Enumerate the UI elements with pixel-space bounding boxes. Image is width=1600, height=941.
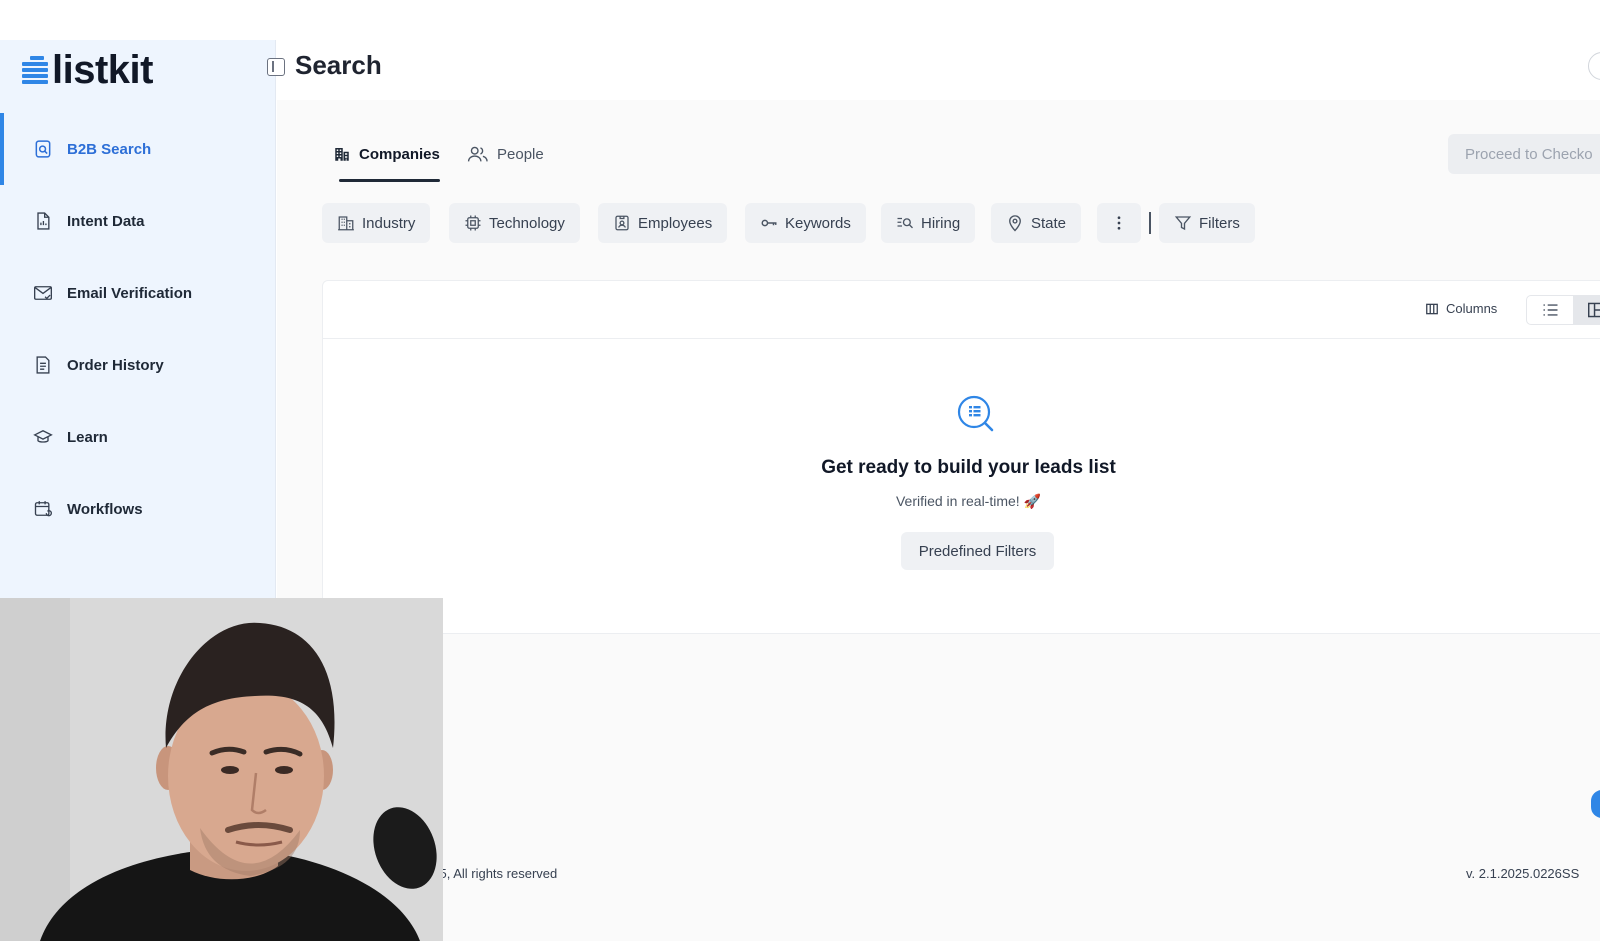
list-view-button[interactable] (1527, 296, 1573, 324)
filter-label: Employees (638, 214, 713, 232)
users-icon (467, 146, 488, 162)
webcam-overlay (0, 598, 443, 941)
sidebar-item-label: Learn (67, 428, 108, 446)
filter-industry[interactable]: Industry (322, 203, 431, 243)
tab-companies[interactable]: Companies (333, 143, 440, 165)
more-vertical-icon (1117, 216, 1121, 230)
search-list-icon (957, 395, 994, 432)
sidebar-item-label: B2B Search (67, 140, 152, 158)
key-icon (761, 219, 777, 227)
filter-divider (1149, 212, 1151, 234)
mail-check-icon (33, 282, 53, 304)
sidebar-collapse-icon[interactable] (267, 58, 285, 76)
sidebar-item-label: Order History (67, 356, 164, 374)
filter-technology[interactable]: Technology (449, 203, 580, 243)
sidebar-item-email-verification[interactable]: Email Verification (0, 257, 276, 329)
footer-version: v. 2.1.2025.0226SS (1466, 866, 1580, 881)
page-title: Search (295, 50, 382, 80)
columns-button[interactable]: Columns (1425, 301, 1497, 316)
proceed-to-checkout-button[interactable]: Proceed to Checko (1448, 134, 1600, 174)
badge-icon (615, 215, 629, 231)
graduation-cap-icon (33, 426, 53, 448)
list-icon (1543, 304, 1557, 316)
filter-label: State (1031, 214, 1067, 232)
filter-label: Industry (362, 214, 416, 232)
logo[interactable]: listkit (22, 48, 153, 92)
filter-label: Technology (489, 214, 565, 232)
filter-hiring[interactable]: Hiring (881, 203, 976, 243)
sidebar-item-learn[interactable]: Learn (0, 401, 276, 473)
filters-button[interactable]: Filters (1159, 203, 1255, 243)
person-video-image (0, 598, 443, 941)
map-pin-icon (1009, 215, 1021, 232)
filter-label: Filters (1199, 214, 1240, 232)
empty-state-subtitle: Verified in real-time! 🚀 (895, 493, 1042, 509)
tab-label: People (497, 145, 544, 163)
chip-icon (465, 215, 481, 231)
user-avatar[interactable] (1588, 52, 1600, 80)
logo-text: listkit (52, 48, 153, 92)
filter-keywords[interactable]: Keywords (745, 203, 866, 243)
building-outline-icon (338, 216, 354, 231)
layout-grid-icon (1588, 302, 1600, 318)
tab-people[interactable]: People (467, 143, 544, 165)
logo-mark-icon (22, 54, 48, 86)
empty-state-title: Get ready to build your leads list (821, 457, 1116, 478)
more-filters-button[interactable] (1097, 203, 1141, 243)
filter-label: Keywords (785, 214, 851, 232)
search-document-icon (33, 138, 53, 160)
sidebar-item-b2b-search[interactable]: B2B Search (0, 113, 276, 185)
sidebar-item-label: Email Verification (67, 284, 193, 302)
predefined-filters-button[interactable]: Predefined Filters (901, 532, 1054, 570)
sidebar-item-workflows[interactable]: Workflows (0, 473, 276, 545)
sidebar-item-intent-data[interactable]: Intent Data (0, 185, 276, 257)
building-icon (335, 148, 349, 161)
columns-icon (1426, 303, 1438, 314)
funnel-icon (1174, 216, 1192, 231)
results-panel: Columns Get ready to build your leads li… (322, 280, 1600, 634)
sidebar-item-order-history[interactable]: Order History (0, 329, 276, 401)
active-tab-indicator (339, 179, 440, 182)
filter-state[interactable]: State (991, 203, 1082, 243)
filter-label: Hiring (921, 214, 961, 232)
grid-view-button[interactable] (1573, 296, 1600, 324)
receipt-icon (33, 354, 53, 376)
list-search-icon (897, 217, 913, 229)
footer-copyright: 025, All rights reserved (425, 866, 558, 881)
calendar-cycle-icon (33, 498, 53, 520)
app-page: listkit B2B Search Intent Data Email Ver… (0, 0, 1600, 941)
columns-label: Columns (1446, 301, 1498, 316)
view-toggle (1526, 295, 1600, 325)
filter-employees[interactable]: Employees (598, 203, 728, 243)
sidebar-item-label: Intent Data (67, 212, 145, 230)
sidebar-item-label: Workflows (67, 500, 143, 518)
document-chart-icon (33, 210, 53, 232)
tab-label: Companies (359, 145, 440, 163)
results-toolbar: Columns (323, 281, 1600, 339)
sidebar-nav: B2B Search Intent Data Email Verificatio… (0, 113, 276, 545)
